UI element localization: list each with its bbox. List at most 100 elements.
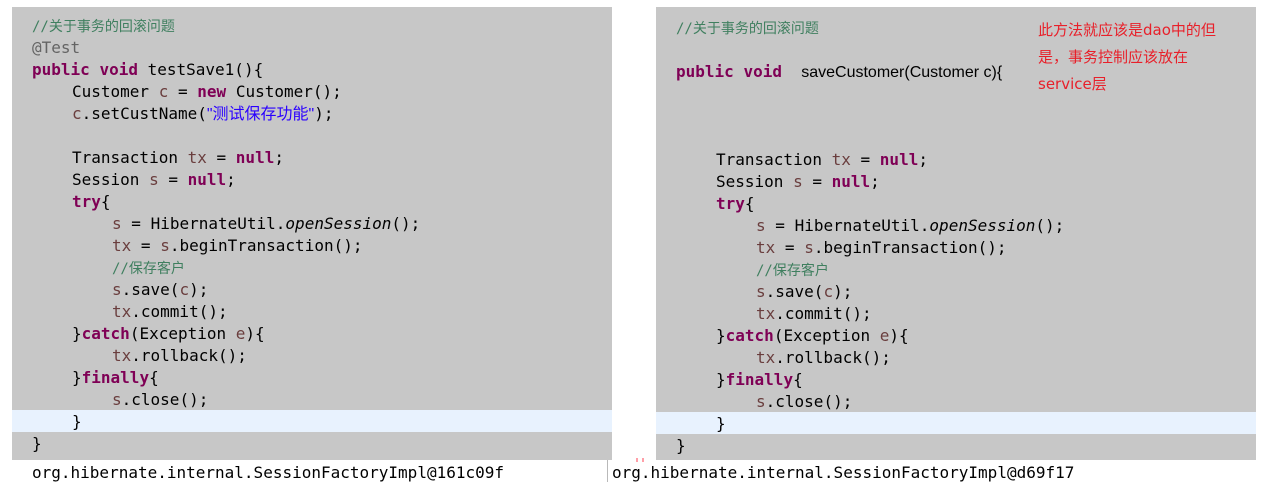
code-line-4: Customer c = new Customer(); xyxy=(72,81,342,103)
code-line-10: s = HibernateUtil.openSession(); xyxy=(756,215,1064,237)
variable: s xyxy=(756,392,766,411)
code-editor-left[interactable]: //关于事务的回滚问题 @Test public void testSave1(… xyxy=(12,7,612,460)
call-end: ); xyxy=(314,104,334,123)
variable: e xyxy=(235,324,246,343)
method-call: .rollback(); xyxy=(131,346,247,365)
variable: s xyxy=(112,214,122,233)
code-line-9: try{ xyxy=(716,193,755,215)
operator: = xyxy=(775,216,785,235)
brace: { xyxy=(149,368,159,387)
code-line-10: s = HibernateUtil.openSession(); xyxy=(112,213,420,235)
method-call: .commit(); xyxy=(131,302,228,321)
type-name: Transaction xyxy=(72,148,178,167)
brace: } xyxy=(716,326,726,345)
variable: s xyxy=(756,282,766,301)
keyword-try: try xyxy=(72,192,101,211)
code-line-20: } xyxy=(676,435,686,457)
keyword-void: void xyxy=(743,62,782,81)
current-line-highlight xyxy=(12,410,612,432)
static-method: openSession xyxy=(929,216,1036,235)
variable: tx xyxy=(756,304,776,323)
type-name: Transaction xyxy=(716,150,822,169)
comment: //保存客户 xyxy=(756,263,829,279)
keyword-public: public xyxy=(676,62,734,81)
code-line-13: s.save(c); xyxy=(756,281,852,303)
code-line-14: tx.commit(); xyxy=(756,303,872,325)
code-line-17: }finally{ xyxy=(716,369,803,391)
call-end: ); xyxy=(189,280,209,299)
method-call: .close(); xyxy=(765,392,853,411)
brace: ){ xyxy=(889,326,909,345)
brace: } xyxy=(72,412,82,431)
code-line-16: tx.rollback(); xyxy=(112,345,247,367)
code-line-20: } xyxy=(32,433,42,455)
variable: tx xyxy=(756,238,776,257)
code-editor-right[interactable]: //关于事务的回滚问题 public void saveCustomer(Cus… xyxy=(656,7,1256,460)
code-line-11: tx = s.beginTransaction(); xyxy=(112,235,362,257)
constructor-call: Customer(); xyxy=(235,82,342,101)
call-end: (); xyxy=(391,214,421,233)
class-ref: HibernateUtil. xyxy=(794,216,930,235)
method-call: .commit(); xyxy=(775,304,872,323)
method-call: .beginTransaction(); xyxy=(813,238,1007,257)
divider xyxy=(607,460,608,482)
variable: tx xyxy=(112,346,132,365)
code-line-7: Transaction tx = null; xyxy=(716,149,928,171)
keyword-void: void xyxy=(99,60,138,79)
code-line-16: tx.rollback(); xyxy=(756,347,891,369)
console-output-right: org.hibernate.internal.SessionFactoryImp… xyxy=(612,463,1075,482)
brace: } xyxy=(716,370,726,389)
method-signature: testSave1(){ xyxy=(147,60,264,79)
keyword-try: try xyxy=(716,194,745,213)
semicolon: ; xyxy=(918,150,928,169)
operator: = xyxy=(860,150,871,169)
comment-title: //关于事务的回滚问题 xyxy=(676,21,819,37)
variable: tx xyxy=(756,348,776,367)
code-line-14: tx.commit(); xyxy=(112,301,228,323)
class-ref: HibernateUtil. xyxy=(150,214,286,233)
code-line-3: public void testSave1(){ xyxy=(32,59,263,81)
operator: = xyxy=(168,170,178,189)
code-line-8: Session s = null; xyxy=(716,171,880,193)
variable: c xyxy=(823,282,834,301)
code-line-17: }finally{ xyxy=(72,367,159,389)
console-output-left: org.hibernate.internal.SessionFactoryImp… xyxy=(32,463,505,482)
call-end: (); xyxy=(1035,216,1065,235)
string-literal: "测试保存功能" xyxy=(206,106,315,123)
method-call: .save( xyxy=(121,280,180,299)
keyword-null: null xyxy=(831,172,871,191)
code-line-3: public void saveCustomer(Customer c){ xyxy=(676,61,1002,83)
variable: tx xyxy=(187,148,207,167)
variable: c xyxy=(179,280,190,299)
catch-param: (Exception xyxy=(773,326,871,345)
code-line-19: } xyxy=(72,411,82,433)
code-line-11: tx = s.beginTransaction(); xyxy=(756,237,1006,259)
code-line-15: }catch(Exception e){ xyxy=(72,323,265,345)
operator: = xyxy=(131,214,141,233)
test-annotation: @Test xyxy=(32,38,81,57)
operator: = xyxy=(140,236,151,255)
code-line-19: } xyxy=(716,413,726,435)
variable: s xyxy=(112,390,122,409)
method-call: .rollback(); xyxy=(775,348,891,367)
brace: } xyxy=(72,324,82,343)
call-end: ); xyxy=(833,282,853,301)
variable: s xyxy=(160,236,170,255)
semicolon: ; xyxy=(226,170,236,189)
keyword-catch: catch xyxy=(81,324,130,343)
method-signature: saveCustomer(Customer c){ xyxy=(801,64,1003,81)
method-call: .close(); xyxy=(121,390,209,409)
static-method: openSession xyxy=(285,214,392,233)
current-line-highlight xyxy=(656,412,1256,434)
keyword-finally: finally xyxy=(725,370,794,389)
brace: } xyxy=(32,434,42,453)
variable: s xyxy=(756,216,766,235)
brace: } xyxy=(676,436,686,455)
operator: = xyxy=(812,172,822,191)
method-call: .beginTransaction(); xyxy=(169,236,363,255)
semicolon: ; xyxy=(870,172,880,191)
variable: tx xyxy=(112,236,132,255)
operator: = xyxy=(177,82,188,101)
keyword-finally: finally xyxy=(81,368,150,387)
brace: } xyxy=(716,414,726,433)
